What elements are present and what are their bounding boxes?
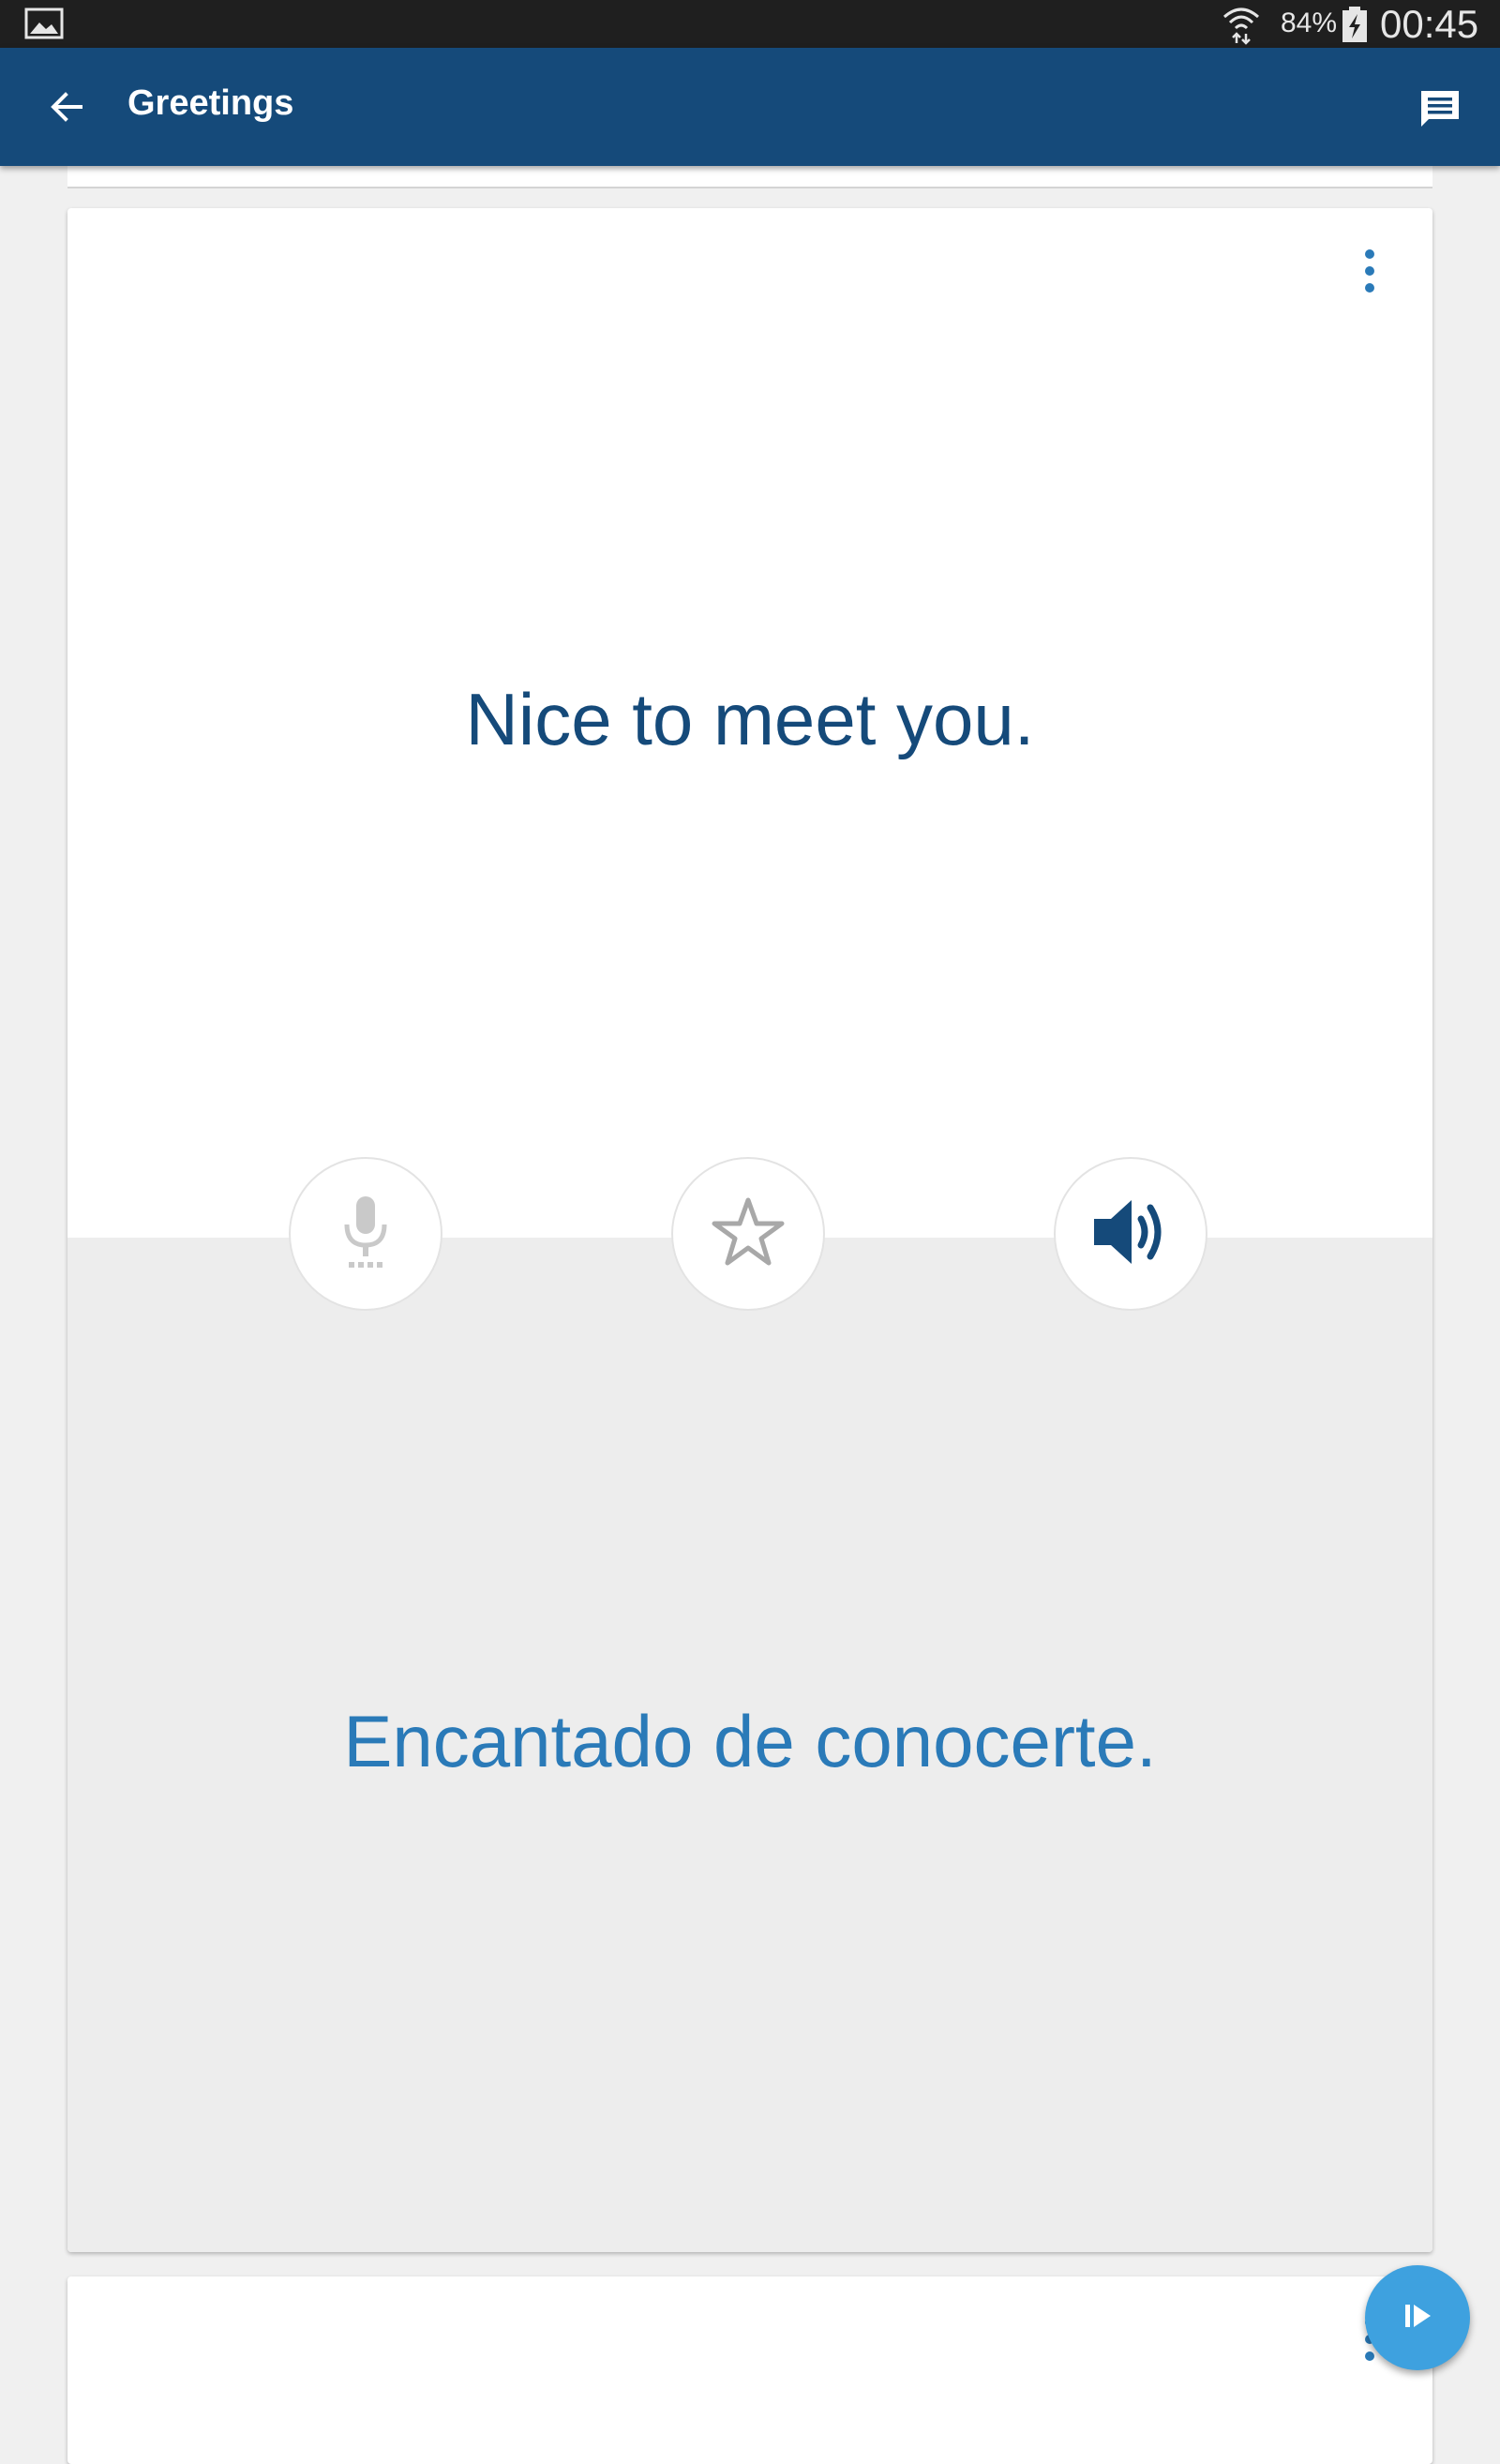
translation-text: Encantado de conocerte. [343,1700,1157,1782]
microphone-button[interactable] [289,1157,442,1311]
star-outline-icon [711,1194,786,1274]
more-vert-icon[interactable] [1360,248,1379,304]
battery-charging-icon [1341,6,1369,48]
status-clock: 00:45 [1380,2,1479,46]
play-next-button[interactable] [1365,2265,1470,2370]
app-bar: Greetings [0,48,1500,166]
next-phrase-card[interactable] [68,2276,1432,2464]
page-title: Greetings [128,83,294,123]
back-arrow-icon[interactable] [47,87,86,131]
play-audio-button[interactable] [1054,1157,1208,1311]
microphone-icon [338,1193,394,1276]
favorite-button[interactable] [671,1157,825,1311]
phrase-text: Nice to meet you. [465,678,1035,760]
chat-icon[interactable] [1418,87,1462,135]
phrase-card[interactable]: Nice to meet you. Encantado de conocerte… [68,208,1432,2252]
image-notification-icon [24,8,64,44]
status-bar: 84% 00:45 [0,0,1500,48]
battery-percent: 84% [1281,8,1338,38]
wifi-icon [1221,4,1262,50]
play-next-icon [1399,2297,1436,2339]
speaker-icon [1090,1194,1171,1274]
previous-card-edge [68,166,1432,188]
